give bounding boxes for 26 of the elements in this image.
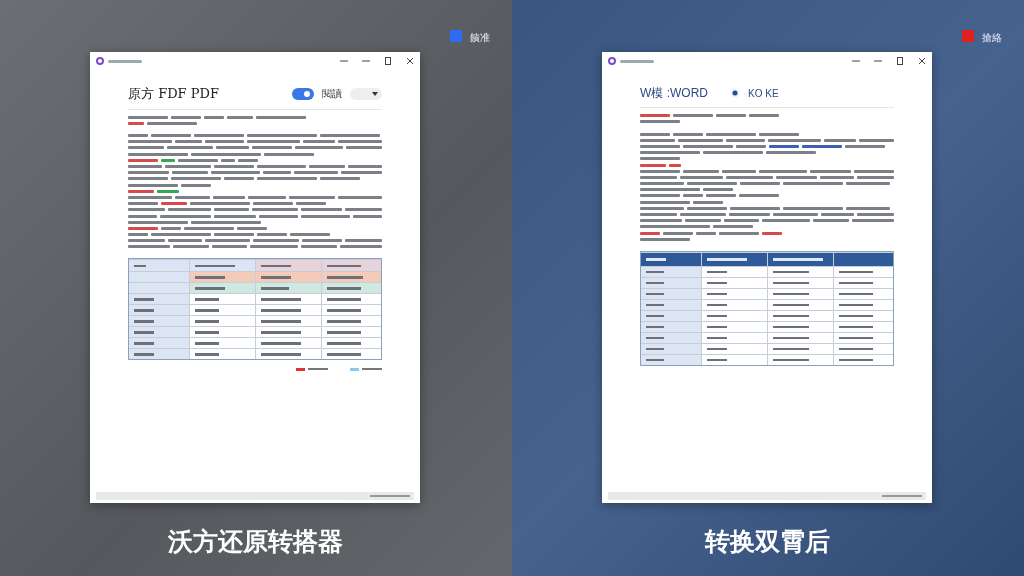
window-title-drawing [108, 59, 142, 63]
maximize-icon[interactable] [896, 57, 904, 65]
mode-label: 閱讀 [322, 87, 342, 102]
format-label: KO KE [748, 86, 779, 101]
document-heading: W模 :WORD [640, 85, 708, 102]
document-heading: 原方 FDF PDF [128, 85, 219, 103]
caption: 沃方还原转搭器 [166, 526, 344, 558]
legend-label: 饋准 [470, 31, 490, 45]
app-icon [96, 57, 104, 65]
app-icon [608, 57, 616, 65]
minimize-icon[interactable] [340, 57, 348, 65]
maximize-icon[interactable] [384, 57, 392, 65]
circle-icon [730, 88, 740, 98]
caret-icon [372, 91, 378, 96]
minimize-icon[interactable] [362, 57, 370, 65]
close-icon[interactable] [406, 57, 414, 65]
minimize-icon[interactable] [852, 57, 860, 65]
dropdown-button[interactable] [350, 87, 382, 100]
window-title-drawing [620, 59, 654, 63]
toggle-switch[interactable] [292, 87, 314, 100]
minimize-icon[interactable] [874, 57, 882, 65]
close-icon[interactable] [918, 57, 926, 65]
legend-key-drawing [350, 368, 382, 373]
caption: 转换双霄后 [703, 526, 831, 558]
legend-key-drawing [296, 368, 328, 373]
legend-label: 搶絡 [982, 31, 1002, 45]
